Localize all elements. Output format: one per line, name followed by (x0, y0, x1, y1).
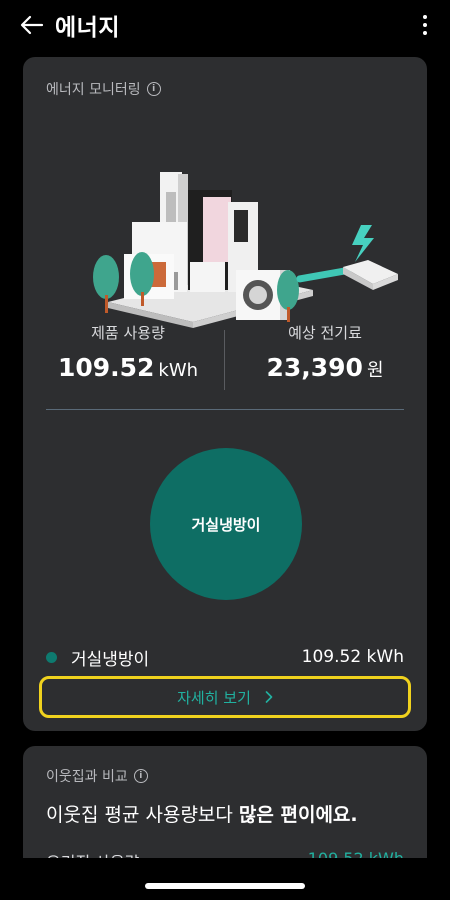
comparison-message: 이웃집 평균 사용량보다 많은 편이에요. (46, 800, 358, 827)
bill-unit: 원 (366, 360, 384, 381)
legend-name: 거실냉방이 (71, 649, 150, 670)
usage-number: 109.52 (57, 353, 155, 382)
info-icon[interactable]: i (146, 82, 161, 96)
info-icon[interactable]: i (133, 769, 148, 783)
stat-divider (224, 330, 225, 390)
bill-stat: 예상 전기료 23,390 원 (230, 322, 420, 382)
usage-value: 109.52 kWh (33, 353, 223, 382)
legend-item: 거실냉방이 109.52 kWh (46, 645, 404, 670)
detail-button-label: 자세히 보기 (177, 688, 251, 707)
bill-number: 23,390 (266, 353, 363, 382)
usage-stat: 제품 사용량 109.52 kWh (33, 322, 223, 382)
comparison-header: 이웃집과 비교 i (46, 766, 148, 786)
comparison-message-bold: 많은 편이에요. (238, 804, 358, 826)
detail-button[interactable]: 자세히 보기 (39, 676, 411, 718)
page-title: 에너지 (55, 15, 120, 41)
energy-monitoring-card: 에너지 모니터링 i 제품 사용량 109.52 kWh 예상 전기료 23,3… (23, 57, 427, 731)
bottom-nav-area (0, 858, 450, 900)
comparison-message-prefix: 이웃집 평균 사용량보다 (46, 804, 239, 826)
monitoring-title: 에너지 모니터링 (46, 82, 141, 98)
more-vertical-icon[interactable] (422, 14, 428, 36)
bill-label: 예상 전기료 (288, 324, 362, 342)
monitoring-header: 에너지 모니터링 i (46, 79, 161, 99)
pie-label: 거실냉방이 (191, 515, 261, 534)
comparison-title: 이웃집과 비교 (46, 769, 128, 785)
usage-pie-chart: 거실냉방이 (150, 448, 302, 600)
usage-summary: 제품 사용량 109.52 kWh 예상 전기료 23,390 원 (23, 322, 427, 402)
chevron-right-icon (265, 691, 273, 703)
divider (46, 409, 404, 410)
home-indicator[interactable] (145, 883, 305, 889)
app-header: 에너지 (0, 0, 450, 50)
appliance-illustration (93, 172, 398, 328)
bill-value: 23,390 원 (230, 353, 420, 382)
legend-dot (46, 651, 57, 663)
arrow-left-icon[interactable] (18, 11, 46, 39)
legend-value: 109.52 kWh (301, 647, 404, 667)
usage-unit: kWh (158, 360, 199, 381)
usage-label: 제품 사용량 (91, 324, 165, 342)
